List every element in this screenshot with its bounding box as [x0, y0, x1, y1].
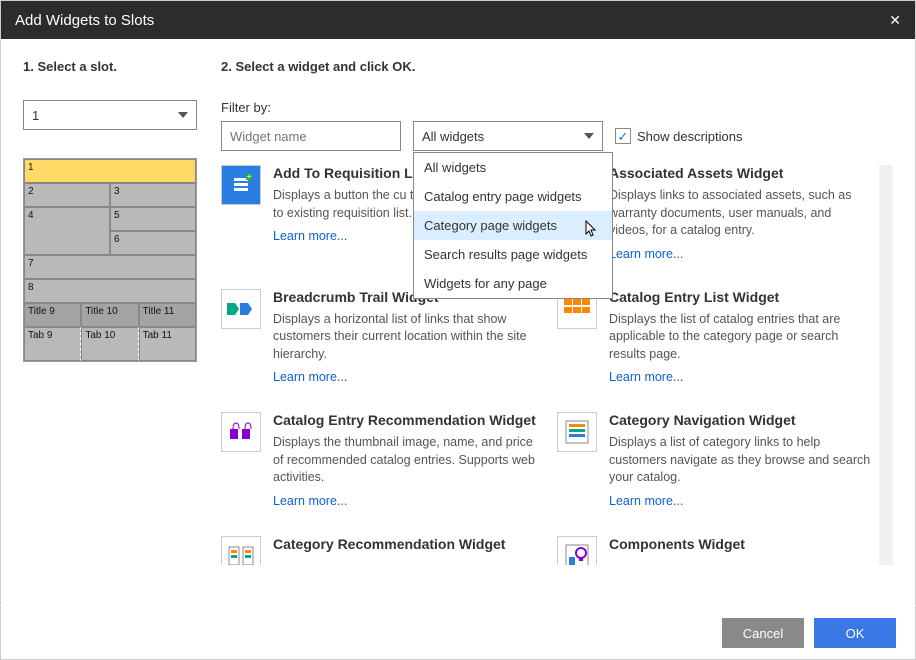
widget-filter-dropdown[interactable]: All widgets All widgets Catalog entry pa…	[413, 121, 603, 151]
checkbox-icon: ✓	[615, 128, 631, 144]
layout-cell-title11[interactable]: Title 11	[139, 303, 196, 327]
step2-heading: 2. Select a widget and click OK.	[221, 59, 893, 74]
layout-cell-1[interactable]: 1	[24, 159, 196, 183]
layout-cell-tab10[interactable]: Tab 10	[81, 327, 138, 361]
widget-item[interactable]: Components Widget	[557, 536, 873, 566]
widget-item[interactable]: Category Recommendation Widget	[221, 536, 537, 566]
components-icon	[557, 536, 597, 566]
learn-more-link[interactable]: Learn more...	[273, 229, 347, 243]
widget-title: Catalog Entry Recommendation Widget	[273, 412, 537, 428]
layout-cell-6[interactable]: 6	[110, 231, 196, 255]
category-recommend-icon	[221, 536, 261, 566]
layout-preview: 1 2 3 4 5 6 7 8 Title 9 Title 10 Title 1…	[23, 158, 197, 362]
widget-title: Category Navigation Widget	[609, 412, 873, 428]
learn-more-link[interactable]: Learn more...	[609, 370, 683, 384]
slot-select-value: 1	[32, 108, 39, 123]
catalog-recommend-icon	[221, 412, 261, 452]
chevron-down-icon	[178, 112, 188, 118]
learn-more-link[interactable]: Learn more...	[609, 247, 683, 261]
widget-desc: Displays links to associated assets, suc…	[609, 187, 873, 240]
dd-option-any-page[interactable]: Widgets for any page	[414, 269, 612, 298]
widget-item[interactable]: Category Navigation Widget Displays a li…	[557, 412, 873, 508]
slot-select[interactable]: 1	[23, 100, 197, 130]
dialog-content: 1. Select a slot. 1 1 2 3 4 5 6 7 8 Titl…	[1, 39, 915, 589]
widget-desc: Displays the thumbnail image, name, and …	[273, 434, 537, 487]
layout-cell-7[interactable]: 7	[24, 255, 196, 279]
widget-item[interactable]: Catalog Entry List Widget Displays the l…	[557, 289, 873, 385]
widget-title: Catalog Entry List Widget	[609, 289, 873, 305]
dd-option-category-page[interactable]: Category page widgets	[414, 211, 612, 240]
layout-cell-tab9[interactable]: Tab 9	[24, 327, 81, 361]
widget-name-input[interactable]	[221, 121, 401, 151]
show-desc-toggle[interactable]: ✓ Show descriptions	[615, 128, 743, 144]
filter-row: All widgets All widgets Catalog entry pa…	[221, 121, 893, 151]
widget-item[interactable]: Breadcrumb Trail Widget Displays a horiz…	[221, 289, 537, 385]
dialog-titlebar: Add Widgets to Slots ✕	[1, 1, 915, 39]
close-icon[interactable]: ✕	[889, 12, 901, 29]
scrollbar[interactable]: ▲ ▼	[879, 165, 893, 565]
scroll-thumb[interactable]	[881, 181, 891, 281]
layout-cell-4[interactable]: 4	[24, 207, 110, 255]
layout-cell-title9[interactable]: Title 9	[24, 303, 81, 327]
widget-filter-value: All widgets	[422, 129, 484, 144]
widget-column: 2. Select a widget and click OK. Filter …	[221, 59, 893, 589]
layout-cell-tab11[interactable]: Tab 11	[139, 327, 196, 361]
widget-title: Associated Assets Widget	[609, 165, 873, 181]
step1-heading: 1. Select a slot.	[23, 59, 197, 74]
category-nav-icon	[557, 412, 597, 452]
dd-option-all[interactable]: All widgets	[414, 153, 612, 182]
svg-text:+: +	[247, 172, 252, 181]
widget-item[interactable]: Catalog Entry Recommendation Widget Disp…	[221, 412, 537, 508]
add-requisition-icon: +	[221, 165, 261, 205]
dd-option-search-results[interactable]: Search results page widgets	[414, 240, 612, 269]
cancel-button[interactable]: Cancel	[722, 618, 804, 648]
scroll-down-icon[interactable]: ▼	[879, 549, 893, 565]
widget-desc: Displays a list of category links to hel…	[609, 434, 873, 487]
widget-desc: Displays a horizontal list of links that…	[273, 311, 537, 364]
learn-more-link[interactable]: Learn more...	[609, 494, 683, 508]
widget-title: Components Widget	[609, 536, 873, 552]
filter-label: Filter by:	[221, 100, 893, 115]
dialog-footer: Cancel OK	[0, 605, 916, 660]
show-desc-label: Show descriptions	[637, 129, 743, 144]
dd-option-catalog-entry[interactable]: Catalog entry page widgets	[414, 182, 612, 211]
slot-column: 1. Select a slot. 1 1 2 3 4 5 6 7 8 Titl…	[23, 59, 197, 589]
layout-cell-2[interactable]: 2	[24, 183, 110, 207]
widget-filter-menu: All widgets Catalog entry page widgets C…	[413, 152, 613, 299]
chevron-down-icon	[584, 133, 594, 139]
widget-desc: Displays the list of catalog entries tha…	[609, 311, 873, 364]
ok-button[interactable]: OK	[814, 618, 896, 648]
dialog-title: Add Widgets to Slots	[15, 12, 154, 29]
scroll-up-icon[interactable]: ▲	[879, 165, 893, 181]
learn-more-link[interactable]: Learn more...	[273, 494, 347, 508]
layout-cell-5[interactable]: 5	[110, 207, 196, 231]
breadcrumb-icon	[221, 289, 261, 329]
learn-more-link[interactable]: Learn more...	[273, 370, 347, 384]
layout-cell-3[interactable]: 3	[110, 183, 196, 207]
layout-cell-title10[interactable]: Title 10	[81, 303, 138, 327]
widget-title: Category Recommendation Widget	[273, 536, 537, 552]
layout-cell-8[interactable]: 8	[24, 279, 196, 303]
